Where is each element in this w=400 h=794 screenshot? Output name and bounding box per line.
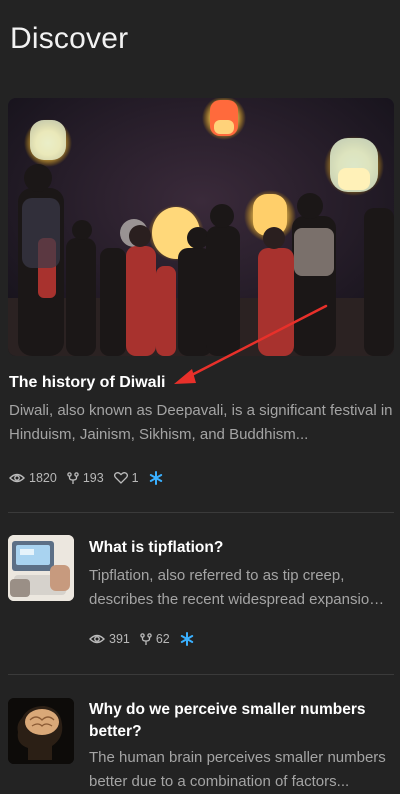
lanterns-photo: [8, 98, 394, 356]
views-stat: 1820: [9, 471, 57, 485]
views-count: 1820: [29, 471, 57, 485]
forks-stat: 193: [67, 471, 104, 485]
asterisk-icon: [149, 471, 162, 485]
page-title: Discover: [10, 22, 129, 55]
asterisk-icon: [180, 632, 193, 646]
views-stat: 391: [89, 632, 130, 646]
forks-count: 62: [155, 632, 170, 646]
views-count: 391: [109, 632, 130, 646]
likes-count: 1: [131, 471, 139, 485]
featured-image[interactable]: [8, 98, 394, 356]
forks-stat: 62: [140, 632, 170, 646]
article-description: Tipflation, also referred to as tip cree…: [89, 567, 378, 608]
article-description: The human brain perceives smaller number…: [89, 749, 386, 790]
featured-title[interactable]: The history of Diwali: [9, 374, 165, 392]
divider: [8, 512, 394, 513]
article-title[interactable]: What is tipflation?: [89, 537, 389, 559]
sparkle-badge: [149, 471, 167, 485]
fork-icon: [140, 632, 152, 645]
divider: [8, 674, 394, 675]
likes-stat[interactable]: 1: [113, 471, 139, 485]
eye-icon: [9, 473, 25, 483]
featured-description: Diwali, also known as Deepavali, is a si…: [9, 402, 393, 443]
sparkle-badge: [180, 632, 198, 646]
article-thumbnail[interactable]: [8, 535, 74, 601]
article-title[interactable]: Why do we perceive smaller numbers bette…: [89, 699, 389, 743]
eye-icon: [89, 634, 105, 644]
heart-icon[interactable]: [113, 472, 128, 484]
brain-profile-image: [8, 698, 74, 764]
fork-icon: [67, 471, 79, 484]
featured-stats: 1820 193 1: [9, 471, 177, 485]
article-thumbnail[interactable]: [8, 698, 74, 764]
payment-terminal-image: [8, 535, 74, 601]
article-stats: 391 62: [89, 632, 208, 646]
forks-count: 193: [82, 471, 104, 485]
